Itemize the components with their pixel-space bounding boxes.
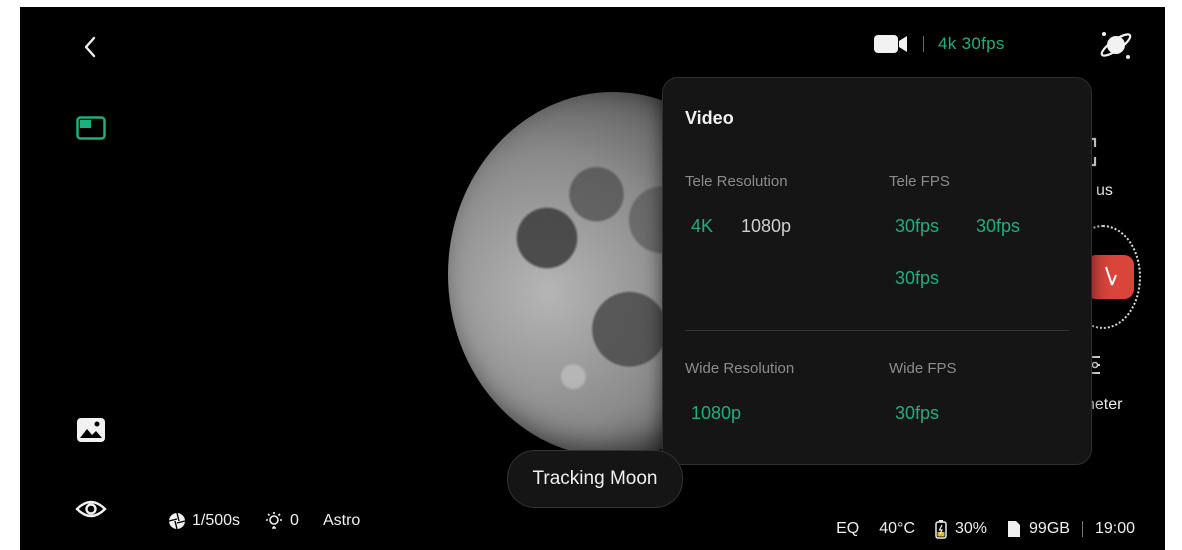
shooting-mode: Astro (322, 512, 361, 529)
shutter-speed: 1/500s (192, 512, 241, 529)
temperature: 40°C (879, 520, 915, 537)
aperture-icon (168, 512, 186, 530)
gallery-icon[interactable] (76, 417, 106, 443)
exposure-compensation: 0 (290, 512, 299, 529)
storage-remaining: 99GB (1029, 520, 1070, 537)
device-status: EQ 40°C 30% 99GB 19:00 (836, 519, 1135, 539)
tele-fps-option[interactable]: 30fps (895, 268, 939, 289)
popup-divider (685, 330, 1069, 331)
tracking-target-button[interactable]: Tracking Moon (507, 450, 683, 508)
dual-view-icon[interactable] (76, 116, 106, 140)
tracking-label: Tracking Moon (532, 468, 658, 489)
record-icon (1105, 266, 1117, 286)
wide-fps-label: Wide FPS (889, 360, 957, 377)
battery-charging-icon (935, 519, 947, 539)
wide-resolution-label: Wide Resolution (685, 360, 795, 377)
wide-fps-option[interactable]: 30fps (895, 403, 939, 424)
popup-title: Video (685, 108, 734, 128)
video-resolution-text: 4k 30fps (938, 34, 1005, 53)
camera-screen: 4k 30fps us neter Video Tele Resolution (20, 7, 1165, 550)
brightness-icon (264, 511, 284, 531)
tele-resolution-option-1080p[interactable]: 1080p (741, 216, 791, 237)
wide-resolution-option-1080p[interactable]: 1080p (691, 403, 741, 424)
battery-level: 30% (955, 520, 988, 537)
divider (923, 36, 924, 52)
tele-resolution-label: Tele Resolution (685, 173, 788, 190)
back-icon[interactable] (82, 35, 98, 59)
tele-fps-label: Tele FPS (889, 173, 950, 190)
focus-label: us (1096, 182, 1113, 199)
planet-icon[interactable] (1098, 27, 1134, 63)
video-settings-button[interactable]: 4k 30fps (873, 33, 1005, 55)
tele-resolution-option-4k[interactable]: 4K (691, 216, 713, 237)
video-settings-popup: Video Tele Resolution 4K 1080p Tele FPS … (662, 77, 1092, 465)
record-button[interactable] (1086, 255, 1134, 299)
eye-icon[interactable] (75, 497, 107, 521)
mount-mode: EQ (836, 520, 860, 537)
tele-fps-option[interactable]: 30fps (976, 216, 1020, 237)
exposure-status[interactable]: 1/500s 0 Astro (168, 511, 360, 531)
clock: 19:00 (1094, 520, 1135, 537)
sd-card-icon (1007, 520, 1021, 538)
tele-fps-option[interactable]: 30fps (895, 216, 939, 237)
video-camera-icon (873, 33, 909, 55)
divider (1081, 521, 1083, 537)
